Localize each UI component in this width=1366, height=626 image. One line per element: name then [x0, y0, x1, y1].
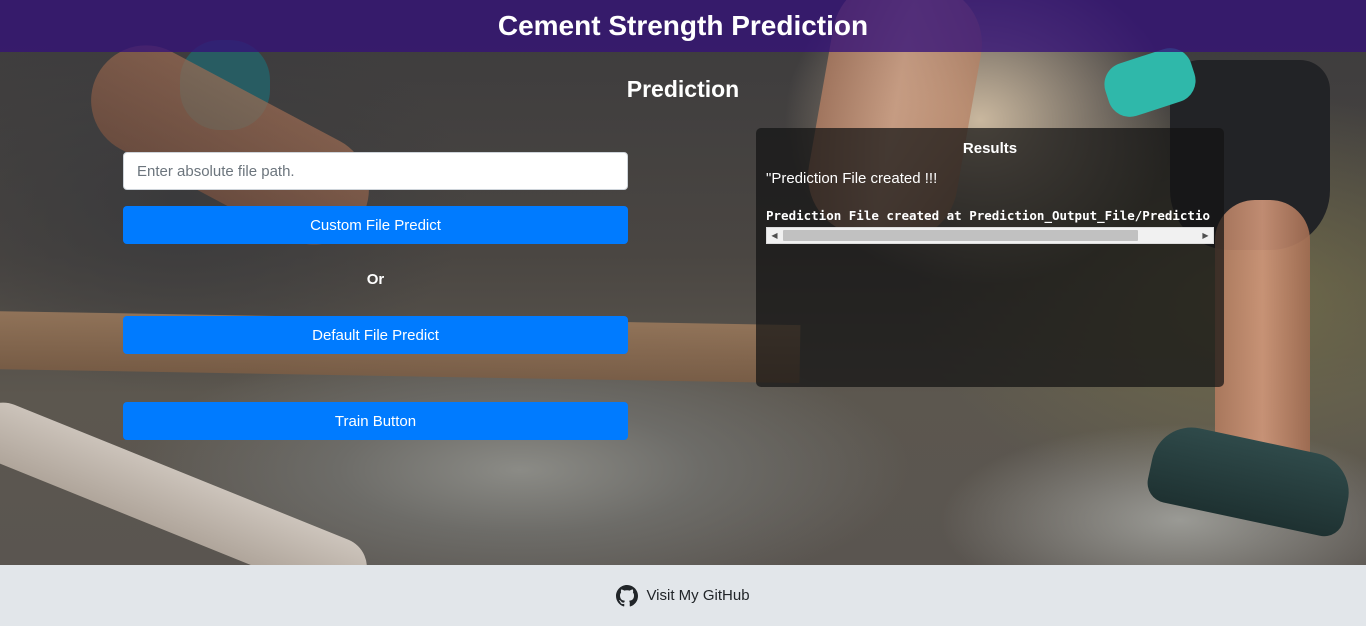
github-icon [616, 584, 639, 606]
section-title: Prediction [626, 76, 740, 102]
results-message: "Prediction File created !!! [766, 170, 938, 187]
default-file-predict-button[interactable]: Default File Predict [123, 316, 628, 354]
file-path-input[interactable] [123, 152, 628, 190]
or-separator: Or [366, 271, 385, 288]
results-title: Results [962, 140, 1018, 157]
page-header: Cement Strength Prediction [0, 0, 1366, 52]
train-button[interactable]: Train Button [123, 402, 628, 440]
scroll-left-icon[interactable]: ◀ [767, 228, 782, 243]
scroll-right-icon[interactable]: ▶ [1198, 228, 1213, 243]
results-scrollbar[interactable]: ◀ ▶ [766, 227, 1214, 244]
github-link-label: Visit My GitHub [646, 587, 750, 604]
results-output: Prediction File created at Prediction_Ou… [766, 208, 1211, 223]
results-panel: Results "Prediction File created !!! Pre… [756, 128, 1224, 387]
github-link[interactable]: Visit My GitHub [616, 584, 750, 607]
page-title: Cement Strength Prediction [497, 10, 869, 41]
scrollbar-thumb[interactable] [783, 230, 1138, 241]
page-footer: Visit My GitHub [0, 565, 1366, 626]
custom-file-predict-button[interactable]: Custom File Predict [123, 206, 628, 244]
